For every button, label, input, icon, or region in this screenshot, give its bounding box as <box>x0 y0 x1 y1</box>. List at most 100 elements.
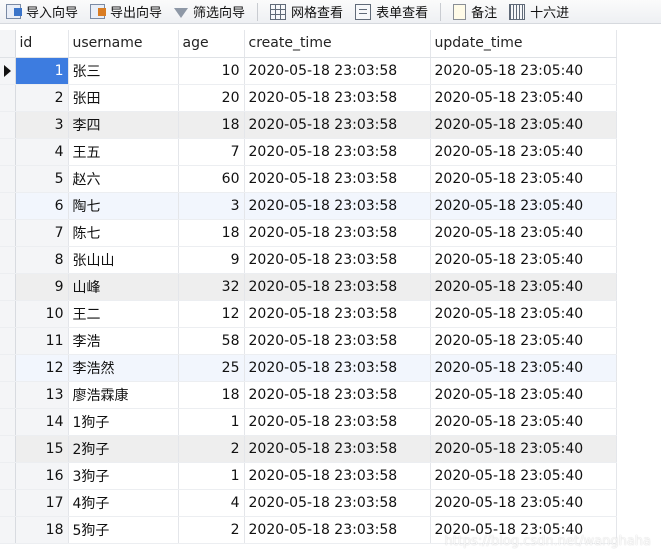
cell-update-time[interactable]: 2020-05-18 23:05:40 <box>430 84 617 112</box>
cell-id[interactable]: 12 <box>15 354 69 382</box>
cell-update-time[interactable]: 2020-05-18 23:05:40 <box>430 327 617 355</box>
cell-id[interactable]: 13 <box>15 381 69 409</box>
column-header-username[interactable]: username <box>68 30 179 58</box>
cell-create-time[interactable]: 2020-05-18 23:03:58 <box>244 300 431 328</box>
cell-create-time[interactable]: 2020-05-18 23:03:58 <box>244 165 431 193</box>
row-selector[interactable] <box>0 327 16 355</box>
cell-id[interactable]: 3 <box>15 111 69 139</box>
cell-update-time[interactable]: 2020-05-18 23:05:40 <box>430 408 617 436</box>
cell-update-time[interactable]: 2020-05-18 23:05:40 <box>430 435 617 463</box>
cell-create-time[interactable]: 2020-05-18 23:03:58 <box>244 138 431 166</box>
cell-update-time[interactable]: 2020-05-18 23:05:40 <box>430 246 617 274</box>
row-selector[interactable] <box>0 165 16 193</box>
cell-age[interactable]: 60 <box>178 165 245 193</box>
cell-create-time[interactable]: 2020-05-18 23:03:58 <box>244 273 431 301</box>
cell-create-time[interactable]: 2020-05-18 23:03:58 <box>244 435 431 463</box>
cell-update-time[interactable]: 2020-05-18 23:05:40 <box>430 354 617 382</box>
cell-create-time[interactable]: 2020-05-18 23:03:58 <box>244 219 431 247</box>
table-row[interactable]: 11 李浩 58 2020-05-18 23:03:58 2020-05-18 23:0… <box>0 327 617 355</box>
row-selector[interactable] <box>0 246 16 274</box>
row-selector[interactable] <box>0 354 16 382</box>
column-header-age[interactable]: age <box>178 30 245 58</box>
cell-age[interactable]: 2 <box>178 516 245 544</box>
cell-username[interactable]: 陈七 <box>68 219 179 247</box>
cell-username[interactable]: 廖浩霖康 <box>68 381 179 409</box>
table-row[interactable]: 15 2狗子 2 2020-05-18 23:03:58 2020-05-18 23:0… <box>0 435 617 463</box>
cell-age[interactable]: 10 <box>178 57 245 85</box>
row-selector[interactable] <box>0 111 16 139</box>
cell-age[interactable]: 7 <box>178 138 245 166</box>
cell-create-time[interactable]: 2020-05-18 23:03:58 <box>244 57 431 85</box>
cell-username[interactable]: 5狗子 <box>68 516 179 544</box>
cell-username[interactable]: 1狗子 <box>68 408 179 436</box>
cell-age[interactable]: 18 <box>178 381 245 409</box>
cell-username[interactable]: 张田 <box>68 84 179 112</box>
form-view-button[interactable]: 表单查看 <box>349 0 434 23</box>
cell-create-time[interactable]: 2020-05-18 23:03:58 <box>244 354 431 382</box>
import-wizard-button[interactable]: 导入向导 <box>0 0 84 23</box>
cell-create-time[interactable]: 2020-05-18 23:03:58 <box>244 516 431 544</box>
cell-create-time[interactable]: 2020-05-18 23:03:58 <box>244 111 431 139</box>
cell-id[interactable]: 16 <box>15 462 69 490</box>
cell-id[interactable]: 8 <box>15 246 69 274</box>
cell-age[interactable]: 18 <box>178 111 245 139</box>
row-selector[interactable] <box>0 516 16 544</box>
cell-username[interactable]: 李四 <box>68 111 179 139</box>
filter-wizard-button[interactable]: 筛选向导 <box>168 0 251 23</box>
grid-view-button[interactable]: 网格查看 <box>264 0 349 23</box>
table-row[interactable]: 4 王五 7 2020-05-18 23:03:58 2020-05-18 23:05:… <box>0 138 617 166</box>
row-selector[interactable] <box>0 462 16 490</box>
cell-age[interactable]: 2 <box>178 435 245 463</box>
hex-button[interactable]: 十六进 <box>503 0 575 23</box>
cell-update-time[interactable]: 2020-05-18 23:05:40 <box>430 111 617 139</box>
cell-create-time[interactable]: 2020-05-18 23:03:58 <box>244 84 431 112</box>
cell-age[interactable]: 4 <box>178 489 245 517</box>
row-selector[interactable] <box>0 300 16 328</box>
cell-update-time[interactable]: 2020-05-18 23:05:40 <box>430 57 617 85</box>
table-row[interactable]: 17 4狗子 4 2020-05-18 23:03:58 2020-05-18 23:0… <box>0 489 617 517</box>
table-row[interactable]: 16 3狗子 1 2020-05-18 23:03:58 2020-05-18 23:0… <box>0 462 617 490</box>
cell-age[interactable]: 58 <box>178 327 245 355</box>
row-selector[interactable] <box>0 57 16 85</box>
cell-create-time[interactable]: 2020-05-18 23:03:58 <box>244 462 431 490</box>
cell-age[interactable]: 12 <box>178 300 245 328</box>
row-selector[interactable] <box>0 435 16 463</box>
cell-id[interactable]: 14 <box>15 408 69 436</box>
cell-create-time[interactable]: 2020-05-18 23:03:58 <box>244 327 431 355</box>
cell-age[interactable]: 9 <box>178 246 245 274</box>
cell-username[interactable]: 王二 <box>68 300 179 328</box>
row-selector[interactable] <box>0 192 16 220</box>
table-row[interactable]: 6 陶七 3 2020-05-18 23:03:58 2020-05-18 23:05:… <box>0 192 617 220</box>
cell-username[interactable]: 2狗子 <box>68 435 179 463</box>
table-row[interactable]: 7 陈七 18 2020-05-18 23:03:58 2020-05-18 23:05… <box>0 219 617 247</box>
table-row[interactable]: 10 王二 12 2020-05-18 23:03:58 2020-05-18 23:0… <box>0 300 617 328</box>
cell-username[interactable]: 陶七 <box>68 192 179 220</box>
cell-username[interactable]: 李浩然 <box>68 354 179 382</box>
cell-id[interactable]: 2 <box>15 84 69 112</box>
cell-age[interactable]: 18 <box>178 219 245 247</box>
cell-update-time[interactable]: 2020-05-18 23:05:40 <box>430 381 617 409</box>
cell-id[interactable]: 4 <box>15 138 69 166</box>
cell-username[interactable]: 张三 <box>68 57 179 85</box>
column-header-update-time[interactable]: update_time <box>430 30 617 58</box>
table-row[interactable]: 14 1狗子 1 2020-05-18 23:03:58 2020-05-18 23:0… <box>0 408 617 436</box>
table-row[interactable]: 2 张田 20 2020-05-18 23:03:58 2020-05-18 23:05… <box>0 84 617 112</box>
cell-age[interactable]: 1 <box>178 462 245 490</box>
cell-id[interactable]: 11 <box>15 327 69 355</box>
cell-username[interactable]: 张山山 <box>68 246 179 274</box>
cell-age[interactable]: 32 <box>178 273 245 301</box>
cell-update-time[interactable]: 2020-05-18 23:05:40 <box>430 192 617 220</box>
table-row[interactable]: 3 李四 18 2020-05-18 23:03:58 2020-05-18 23:05… <box>0 111 617 139</box>
export-wizard-button[interactable]: 导出向导 <box>84 0 168 23</box>
table-row[interactable]: 1 张三 10 2020-05-18 23:03:58 2020-05-18 23:05… <box>0 57 617 85</box>
table-row[interactable]: 8 张山山 9 2020-05-18 23:03:58 2020-05-18 23:05… <box>0 246 617 274</box>
cell-create-time[interactable]: 2020-05-18 23:03:58 <box>244 489 431 517</box>
cell-id[interactable]: 7 <box>15 219 69 247</box>
cell-update-time[interactable]: 2020-05-18 23:05:40 <box>430 165 617 193</box>
cell-create-time[interactable]: 2020-05-18 23:03:58 <box>244 246 431 274</box>
cell-id[interactable]: 9 <box>15 273 69 301</box>
row-selector[interactable] <box>0 273 16 301</box>
cell-create-time[interactable]: 2020-05-18 23:03:58 <box>244 381 431 409</box>
table-row[interactable]: 5 赵六 60 2020-05-18 23:03:58 2020-05-18 23:05… <box>0 165 617 193</box>
cell-create-time[interactable]: 2020-05-18 23:03:58 <box>244 192 431 220</box>
